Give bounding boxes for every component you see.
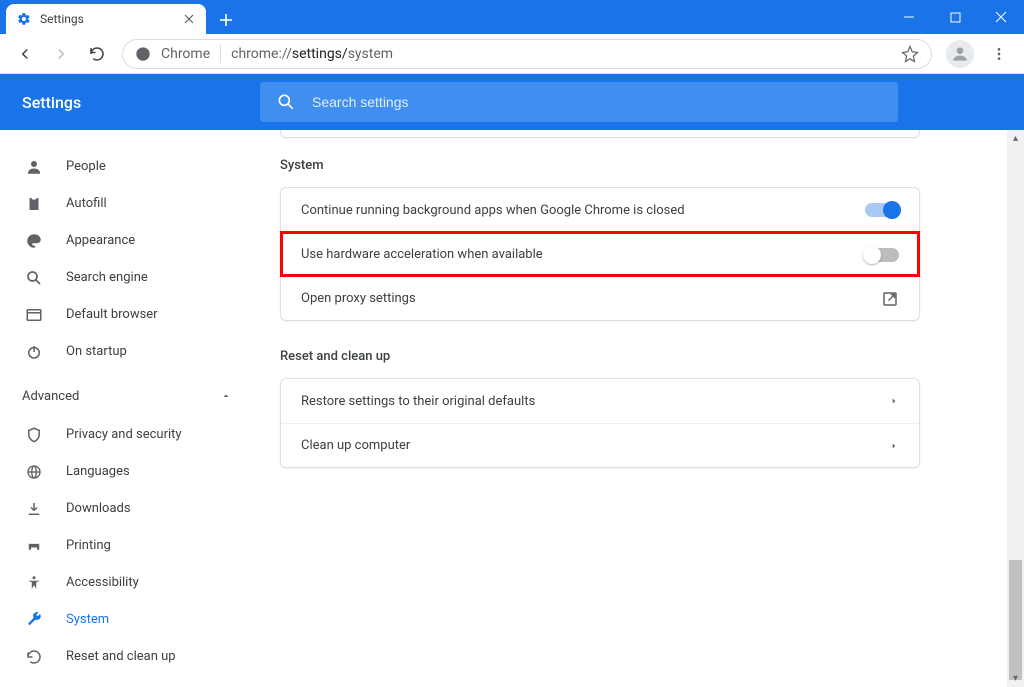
search-settings-box[interactable] [260,82,898,122]
sidebar-item-system[interactable]: System [0,601,260,638]
sidebar-item-label: System [66,612,109,627]
row-label: Clean up computer [301,438,410,453]
sidebar-item-appearance[interactable]: Appearance [0,222,260,259]
sidebar: People Autofill Appearance Search engine… [0,130,260,687]
palette-icon [24,231,44,251]
power-icon [24,342,44,362]
section-heading-reset: Reset and clean up [280,349,920,364]
sidebar-item-label: Appearance [66,233,135,248]
advanced-toggle[interactable]: Advanced [0,376,260,416]
toggle-background-apps[interactable] [865,203,899,217]
forward-button[interactable] [44,37,78,71]
scroll-up-arrow[interactable]: ▴ [1007,130,1024,147]
url-text: chrome://settings/system [231,46,891,62]
sidebar-item-default-browser[interactable]: Default browser [0,296,260,333]
chevron-right-icon [889,439,899,453]
sidebar-item-privacy[interactable]: Privacy and security [0,416,260,453]
sidebar-item-accessibility[interactable]: Accessibility [0,564,260,601]
row-background-apps[interactable]: Continue running background apps when Go… [281,188,919,232]
divider [220,45,221,63]
sidebar-item-label: Accessibility [66,575,139,590]
clipboard-icon [24,194,44,214]
window-close-button[interactable] [978,0,1024,34]
back-button[interactable] [8,37,42,71]
settings-header: Settings [0,74,1024,130]
browser-tab[interactable]: Settings [6,4,206,34]
sidebar-item-label: Search engine [66,270,148,285]
sidebar-item-reset[interactable]: Reset and clean up [0,638,260,675]
scroll-down-arrow[interactable]: ▾ [1007,670,1024,687]
vertical-scrollbar[interactable]: ▴ ▾ [1007,130,1024,687]
sidebar-item-downloads[interactable]: Downloads [0,490,260,527]
search-icon [276,92,296,112]
main-content: System Continue running background apps … [260,130,1024,687]
new-tab-button[interactable] [212,6,240,34]
sidebar-item-on-startup[interactable]: On startup [0,333,260,370]
sidebar-item-printing[interactable]: Printing [0,527,260,564]
sidebar-item-label: Autofill [66,196,107,211]
sidebar-item-label: Default browser [66,307,158,322]
sidebar-item-autofill[interactable]: Autofill [0,185,260,222]
chevron-up-icon [216,386,236,406]
sidebar-item-label: People [66,159,106,174]
globe-icon [24,462,44,482]
download-icon [24,499,44,519]
person-icon [24,157,44,177]
omnibox-prefix: Chrome [161,46,210,62]
row-label: Use hardware acceleration when available [301,247,543,262]
browser-icon [24,305,44,325]
window-titlebar: Settings [0,0,1024,34]
search-icon [24,268,44,288]
reset-card: Restore settings to their original defau… [280,378,920,468]
row-restore-defaults[interactable]: Restore settings to their original defau… [281,379,919,423]
row-proxy-settings[interactable]: Open proxy settings [281,276,919,320]
tab-title: Settings [40,12,174,26]
site-info-icon[interactable] [135,46,151,62]
system-card: Continue running background apps when Go… [280,187,920,321]
row-label: Restore settings to their original defau… [301,394,535,409]
sidebar-item-people[interactable]: People [0,148,260,185]
reload-button[interactable] [80,37,114,71]
address-bar[interactable]: Chrome chrome://settings/system [122,39,932,69]
page-title: Settings [0,93,260,112]
printer-icon [24,536,44,556]
maximize-button[interactable] [932,0,978,34]
sidebar-item-label: Printing [66,538,111,553]
wrench-icon [24,610,44,630]
chevron-right-icon [889,394,899,408]
row-label: Continue running background apps when Go… [301,203,685,218]
previous-card-edge [280,130,920,138]
accessibility-icon [24,573,44,593]
row-hardware-acceleration[interactable]: Use hardware acceleration when available [281,232,919,276]
sidebar-item-label: Reset and clean up [66,649,176,664]
toggle-hardware-acceleration[interactable] [865,248,899,262]
sidebar-item-label: Downloads [66,501,131,516]
row-label: Open proxy settings [301,291,416,306]
sidebar-item-languages[interactable]: Languages [0,453,260,490]
browser-toolbar: Chrome chrome://settings/system [0,34,1024,74]
scrollbar-thumb[interactable] [1009,560,1022,680]
close-icon[interactable] [182,12,196,26]
launch-icon [881,290,899,308]
minimize-button[interactable] [886,0,932,34]
profile-avatar[interactable] [946,40,974,68]
sidebar-item-label: Privacy and security [66,427,182,442]
gear-icon [16,11,32,27]
window-controls [886,0,1024,34]
bookmark-icon[interactable] [901,45,919,63]
restore-icon [24,647,44,667]
row-clean-up[interactable]: Clean up computer [281,423,919,467]
sidebar-item-search-engine[interactable]: Search engine [0,259,260,296]
sidebar-item-label: On startup [66,344,127,359]
shield-icon [24,425,44,445]
section-heading-system: System [280,158,920,173]
overflow-menu-button[interactable] [982,37,1016,71]
search-settings-input[interactable] [312,94,882,110]
sidebar-item-label: Languages [66,464,130,479]
advanced-label: Advanced [22,389,79,404]
